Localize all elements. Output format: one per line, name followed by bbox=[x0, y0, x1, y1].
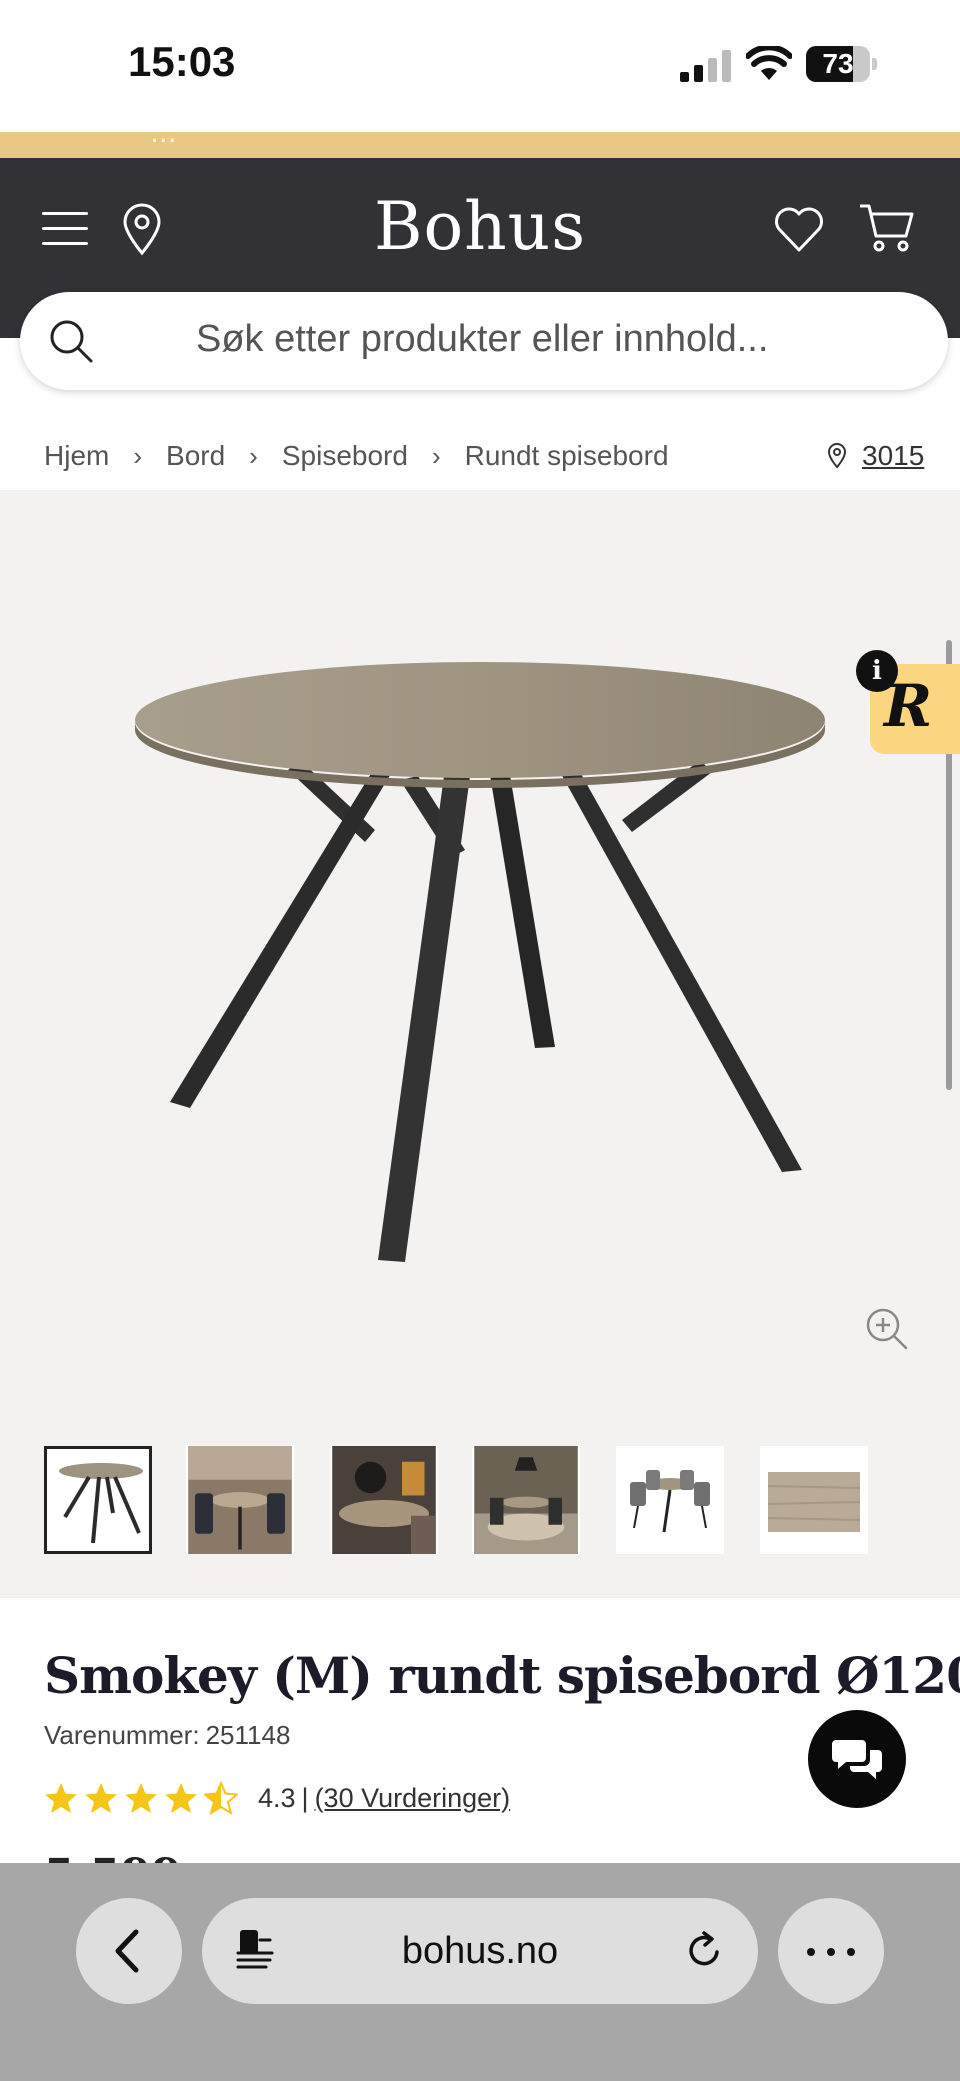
store-code-link[interactable]: 3015 bbox=[862, 440, 924, 472]
breadcrumb-current: Rundt spisebord bbox=[464, 440, 669, 471]
thumbnail-table-with-chairs[interactable] bbox=[616, 1446, 724, 1554]
sku-label: Varenummer: bbox=[44, 1720, 200, 1750]
search-icon bbox=[50, 320, 93, 363]
reload-icon[interactable] bbox=[684, 1930, 726, 1972]
chevron-right-icon: › bbox=[249, 440, 258, 471]
zoom-in-icon[interactable] bbox=[864, 1306, 910, 1352]
product-info: Smokey (M) rundt spisebord Ø120 Varenumm… bbox=[0, 1598, 960, 1901]
store-location-icon[interactable] bbox=[118, 202, 166, 256]
star-full-icon bbox=[45, 1783, 77, 1813]
thumbnail-strip bbox=[44, 1446, 924, 1554]
thumbnail-dining-room-2[interactable] bbox=[330, 1446, 438, 1554]
chevron-right-icon: › bbox=[133, 440, 143, 471]
sku-number: 251148 bbox=[205, 1720, 291, 1750]
breadcrumb: Hjem › Bord › Spisebord › Rundt spisebor… bbox=[44, 436, 669, 476]
browser-url: bohus.no bbox=[401, 1930, 559, 1972]
product-gallery bbox=[0, 490, 960, 1598]
chat-bubbles-icon bbox=[832, 1740, 882, 1779]
location-pin-icon bbox=[827, 443, 847, 469]
star-full-icon bbox=[85, 1783, 117, 1813]
wishlist-heart-icon[interactable] bbox=[772, 204, 826, 254]
reviews-link[interactable]: (30 Vurderinger) bbox=[315, 1783, 511, 1814]
battery-icon: 73 bbox=[806, 46, 877, 82]
brand-logo[interactable]: Bohus bbox=[330, 188, 630, 265]
browser-back-button[interactable] bbox=[76, 1898, 182, 2004]
shopping-cart-icon[interactable] bbox=[858, 202, 916, 254]
thumbnail-table-product[interactable] bbox=[44, 1446, 152, 1554]
wifi-icon bbox=[746, 46, 792, 80]
promo-banner[interactable]: ... bbox=[0, 132, 960, 158]
star-full-icon bbox=[125, 1783, 157, 1813]
product-title: Smokey (M) rundt spisebord Ø120 bbox=[44, 1646, 960, 1705]
battery-level: 73 bbox=[822, 48, 854, 79]
breadcrumb-home[interactable]: Hjem bbox=[44, 440, 109, 472]
promo-text: ... bbox=[150, 132, 177, 149]
thumbnail-dining-room-1[interactable] bbox=[186, 1446, 294, 1554]
browser-more-button[interactable] bbox=[778, 1898, 884, 2004]
status-bar: 15:03 73 bbox=[0, 0, 960, 132]
chevron-right-icon: › bbox=[431, 440, 441, 471]
browser-address-bar[interactable]: bohus.no bbox=[202, 1898, 758, 2004]
selected-store[interactable]: 3015 bbox=[826, 436, 924, 476]
product-image[interactable] bbox=[0, 490, 960, 1390]
breadcrumb-bord[interactable]: Bord bbox=[166, 440, 225, 472]
product-rating: 4.3 | (30 Vurderinger) bbox=[44, 1778, 510, 1818]
chevron-left-icon bbox=[115, 1929, 139, 1973]
star-half-icon bbox=[204, 1781, 238, 1815]
browser-toolbar: bohus.no bbox=[0, 1863, 960, 2081]
chat-button[interactable] bbox=[808, 1710, 906, 1808]
breadcrumb-spisebord[interactable]: Spisebord bbox=[282, 440, 408, 472]
menu-icon[interactable] bbox=[42, 208, 90, 248]
search-bar[interactable]: Søk etter produkter eller innhold... bbox=[20, 292, 948, 390]
rating-value: 4.3 bbox=[258, 1782, 296, 1813]
status-time: 15:03 bbox=[128, 38, 236, 85]
cellular-signal-icon bbox=[680, 50, 731, 82]
search-input[interactable]: Søk etter produkter eller innhold... bbox=[196, 318, 768, 361]
star-full-icon bbox=[165, 1783, 197, 1813]
thumbnail-wood-swatch[interactable] bbox=[760, 1446, 868, 1554]
product-sku: Varenummer: 251148 bbox=[44, 1720, 290, 1751]
thumbnail-dining-room-3[interactable] bbox=[472, 1446, 580, 1554]
info-icon[interactable]: i bbox=[856, 650, 898, 692]
